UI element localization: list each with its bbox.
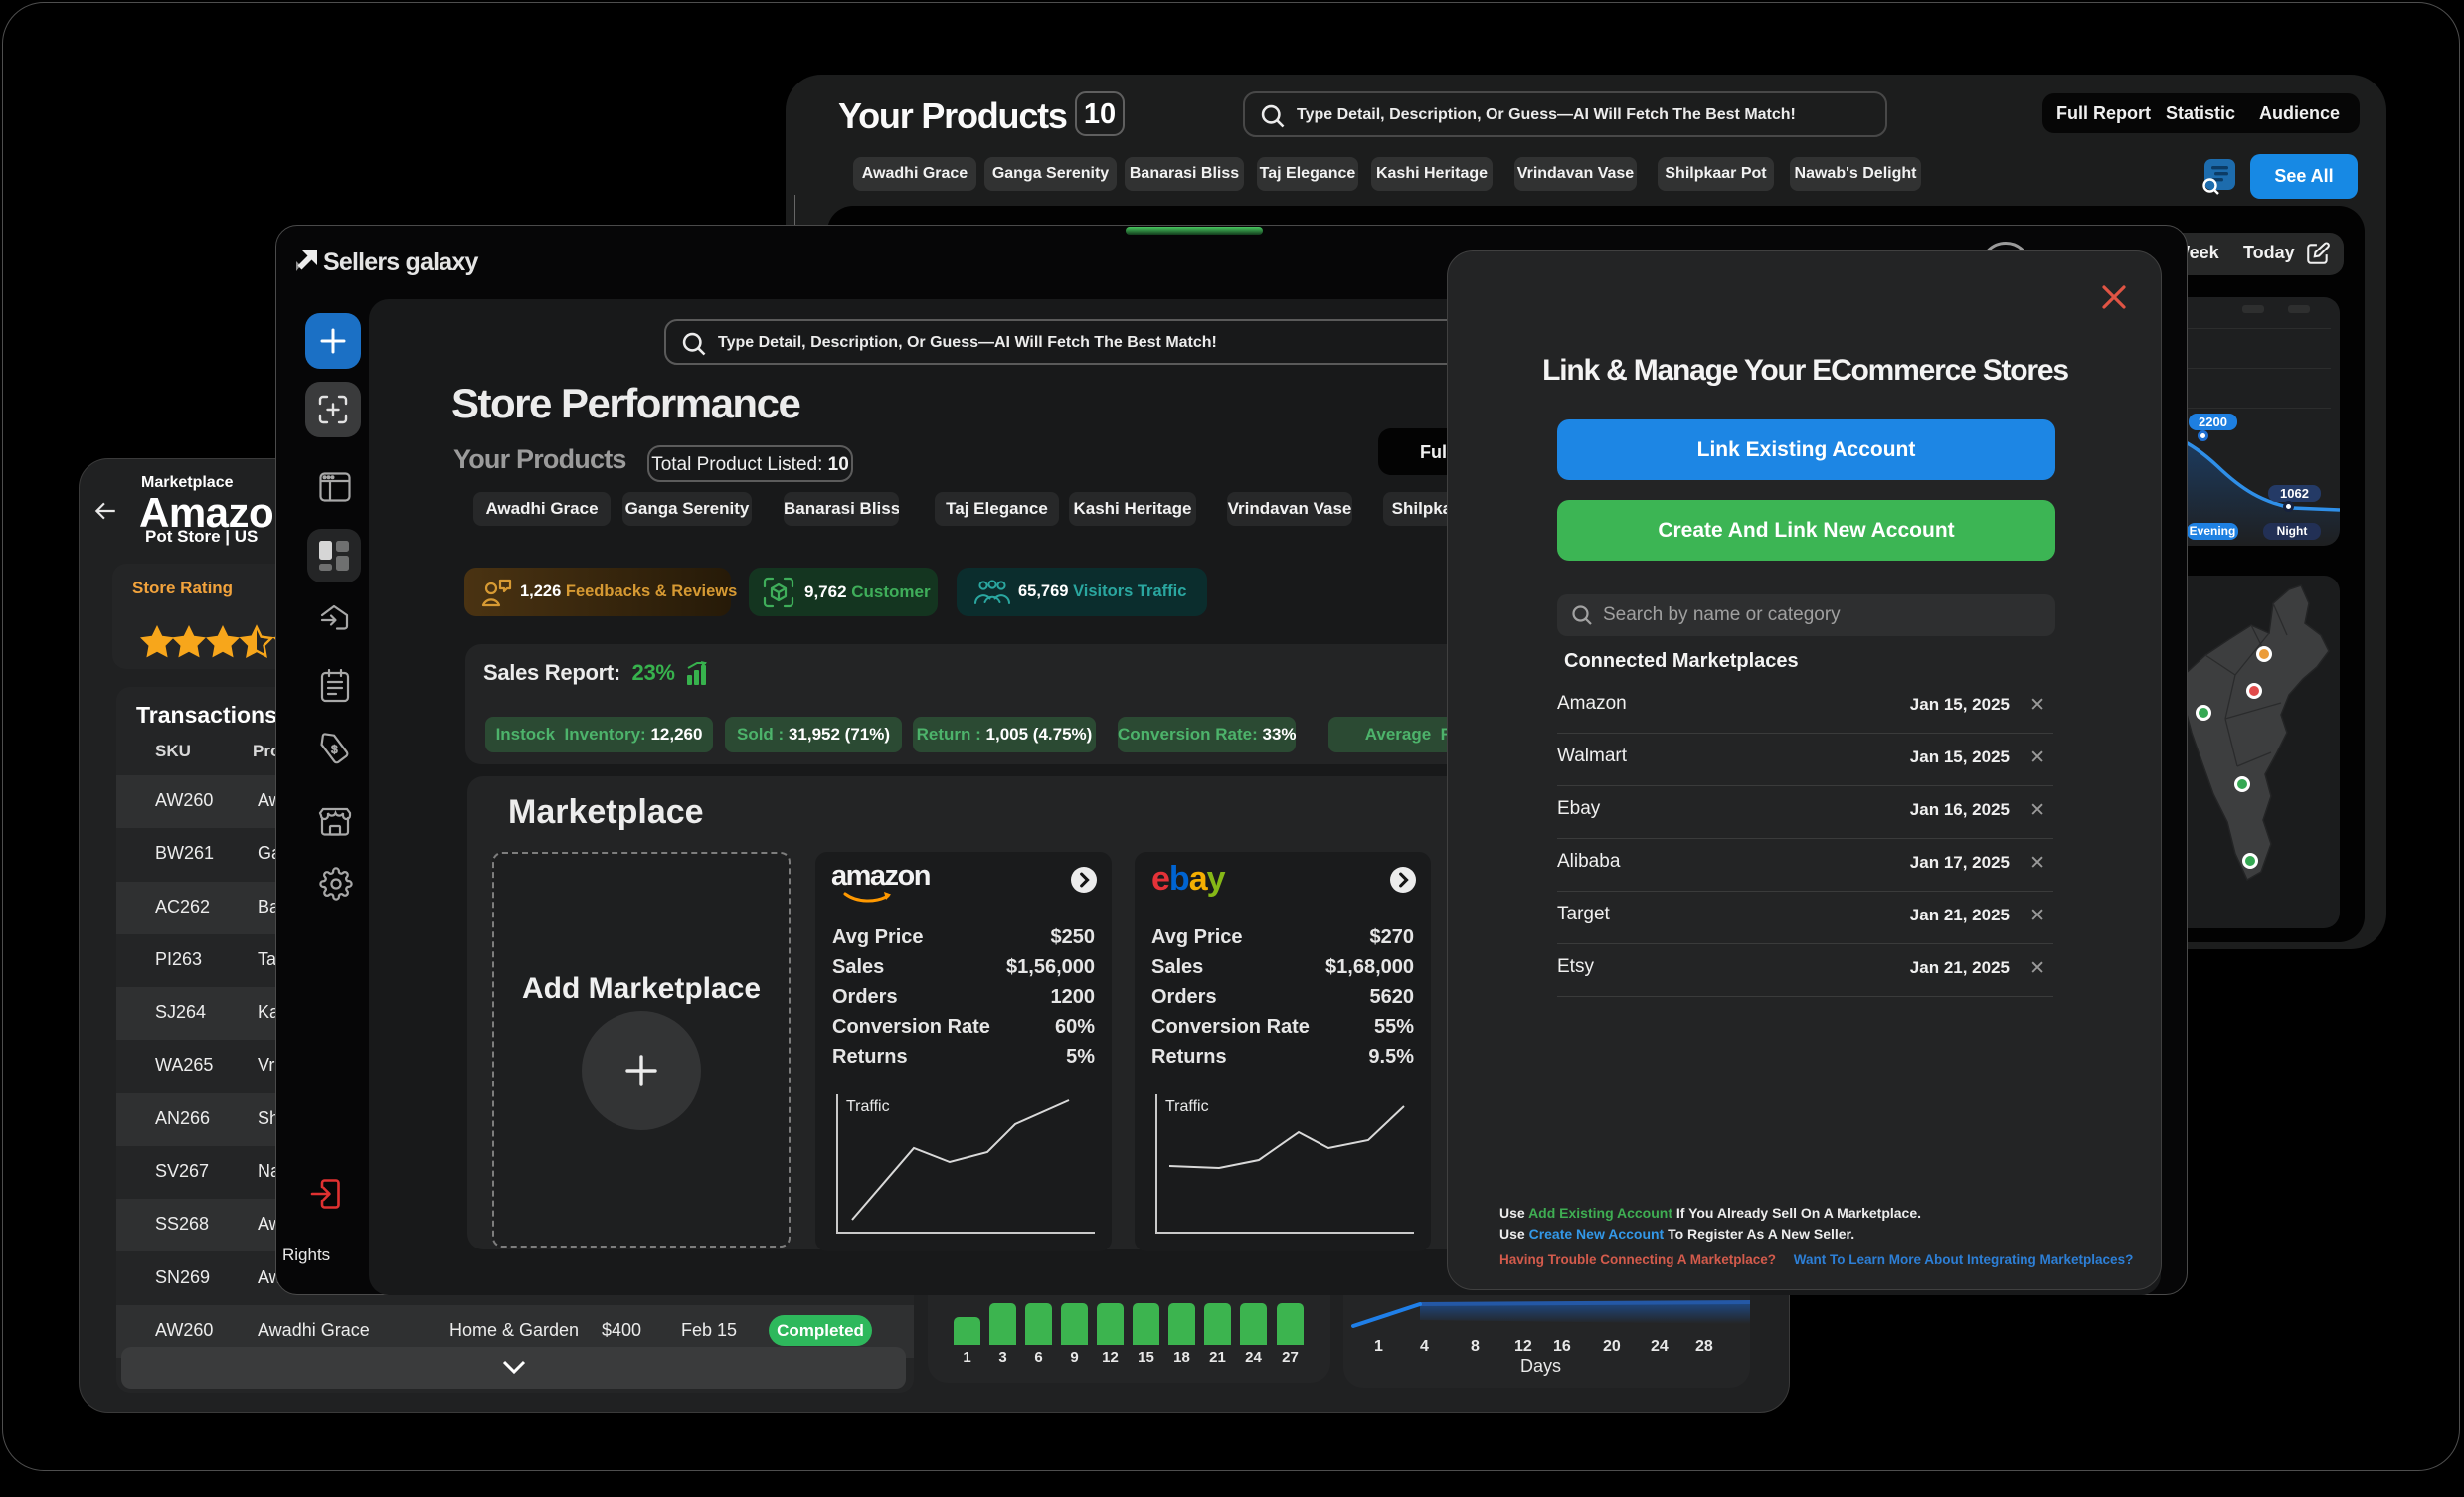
svg-text:$: $ (331, 743, 338, 756)
